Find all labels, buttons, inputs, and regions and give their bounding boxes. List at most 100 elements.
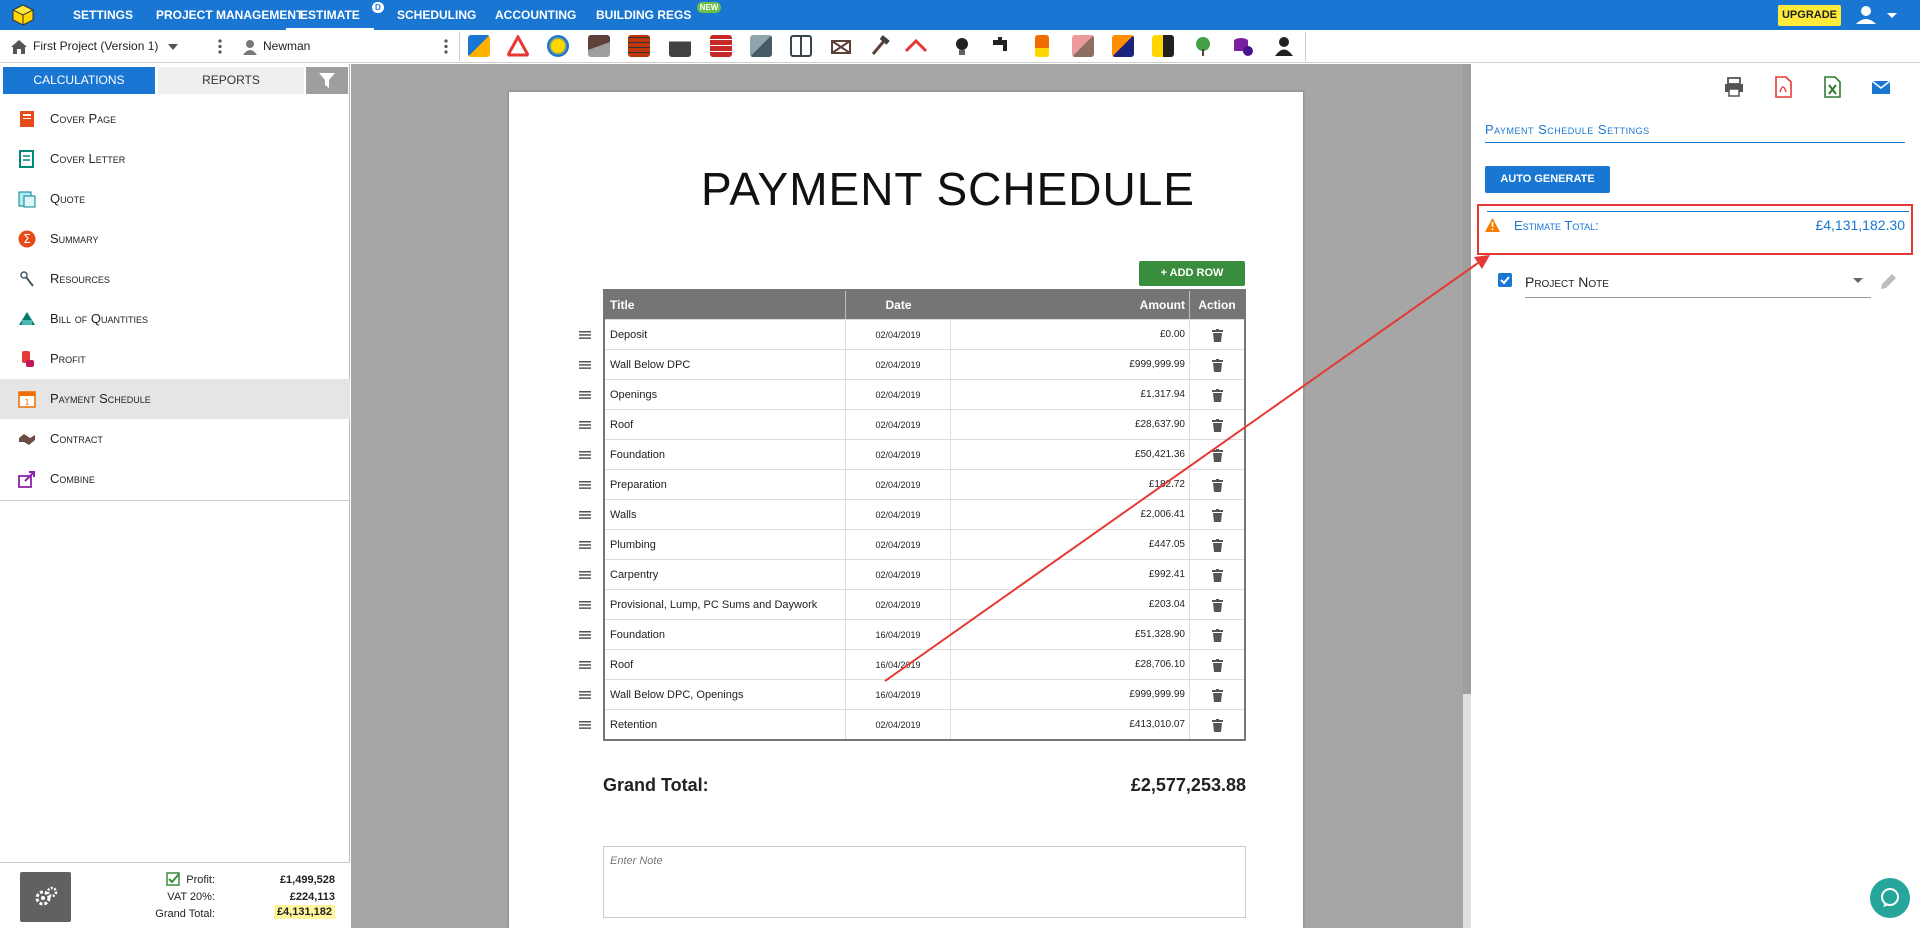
tool-roof-truss-icon[interactable] [830, 35, 852, 57]
drag-handle-icon[interactable] [579, 391, 591, 399]
tool-lightbulb-icon[interactable] [951, 35, 973, 57]
tool-coins-icon[interactable] [1232, 35, 1254, 57]
project-note-select[interactable]: Project Note [1525, 268, 1871, 298]
row-title[interactable]: Foundation [610, 620, 665, 650]
trash-icon[interactable] [1212, 359, 1223, 372]
row-title[interactable]: Openings [610, 380, 657, 410]
row-amount[interactable]: £999,999.99 [1129, 350, 1185, 380]
tool-plaster-icon[interactable] [1072, 35, 1094, 57]
row-title[interactable]: Foundation [610, 440, 665, 470]
tool-roof-icon[interactable] [905, 35, 927, 57]
row-amount[interactable]: £50,421.36 [1135, 440, 1185, 470]
row-title[interactable]: Preparation [610, 470, 667, 500]
row-title[interactable]: Walls [610, 500, 636, 530]
tab-reports[interactable]: REPORTS [158, 67, 304, 94]
tool-tree-icon[interactable] [1192, 35, 1214, 57]
project-more-icon[interactable] [218, 38, 222, 55]
upgrade-button[interactable]: UPGRADE [1778, 5, 1841, 26]
row-title[interactable]: Deposit [610, 320, 647, 350]
excel-icon[interactable] [1821, 76, 1843, 98]
tool-steel-icon[interactable] [750, 35, 772, 57]
sidebar-item-contract[interactable]: Contract [0, 419, 350, 459]
trash-icon[interactable] [1212, 389, 1223, 402]
row-amount[interactable]: £203.04 [1149, 590, 1185, 620]
row-date[interactable]: 02/04/2019 [845, 380, 951, 409]
row-date[interactable]: 02/04/2019 [845, 410, 951, 439]
row-date[interactable]: 16/04/2019 [845, 650, 951, 679]
trash-icon[interactable] [1212, 719, 1223, 732]
project-note-checkbox[interactable] [1498, 273, 1512, 287]
drag-handle-icon[interactable] [579, 631, 591, 639]
row-title[interactable]: Roof [610, 410, 633, 440]
sidebar-item-bill-of-quantities[interactable]: Bill of Quantities [0, 299, 350, 339]
trash-icon[interactable] [1212, 329, 1223, 342]
tool-tap-icon[interactable] [990, 35, 1012, 57]
add-row-button[interactable]: + ADD ROW [1139, 261, 1245, 286]
drag-handle-icon[interactable] [579, 541, 591, 549]
nav-estimate[interactable]: ESTIMATE D [286, 0, 384, 30]
drag-handle-icon[interactable] [579, 421, 591, 429]
trash-icon[interactable] [1212, 449, 1223, 462]
row-amount[interactable]: £992.41 [1149, 560, 1185, 590]
row-date[interactable]: 16/04/2019 [845, 680, 951, 709]
app-logo-icon[interactable] [12, 4, 34, 26]
row-title[interactable]: Provisional, Lump, PC Sums and Daywork [610, 590, 817, 620]
nav-scheduling[interactable]: SCHEDULING [397, 0, 476, 30]
row-amount[interactable]: £51,328.90 [1135, 620, 1185, 650]
sidebar-item-cover-page[interactable]: Cover Page [0, 99, 350, 139]
project-select[interactable]: First Project (Version 1) [6, 30, 226, 63]
sidebar-item-quote[interactable]: Quote [0, 179, 350, 219]
sidebar-item-cover-letter[interactable]: Cover Letter [0, 139, 350, 179]
trash-icon[interactable] [1212, 599, 1223, 612]
print-icon[interactable] [1723, 76, 1745, 98]
drag-handle-icon[interactable] [579, 511, 591, 519]
row-amount[interactable]: £28,706.10 [1135, 650, 1185, 680]
row-date[interactable]: 02/04/2019 [845, 350, 951, 379]
nav-accounting[interactable]: ACCOUNTING [495, 0, 576, 30]
filter-button[interactable] [306, 67, 348, 94]
drag-handle-icon[interactable] [579, 481, 591, 489]
pricebook-select[interactable]: Newman [240, 30, 440, 63]
row-date[interactable]: 02/04/2019 [845, 710, 951, 739]
row-amount[interactable]: £2,006.41 [1141, 500, 1186, 530]
sidebar-item-combine[interactable]: Combine [0, 459, 350, 499]
row-amount[interactable]: £1,317.94 [1141, 380, 1186, 410]
tool-bricks-icon[interactable] [710, 35, 732, 57]
nav-building-regs[interactable]: BUILDING REGS NEW [596, 0, 722, 30]
tool-preparation-icon[interactable] [468, 35, 490, 57]
row-date[interactable]: 02/04/2019 [845, 560, 951, 589]
tool-hammer-icon[interactable] [869, 35, 891, 57]
row-date[interactable]: 02/04/2019 [845, 440, 951, 469]
drag-handle-icon[interactable] [579, 691, 591, 699]
trash-icon[interactable] [1212, 419, 1223, 432]
drag-handle-icon[interactable] [579, 331, 591, 339]
row-amount[interactable]: £413,010.07 [1129, 710, 1185, 740]
tool-brick-building-icon[interactable] [628, 35, 650, 57]
drag-handle-icon[interactable] [579, 601, 591, 609]
chat-button[interactable] [1870, 878, 1910, 918]
row-date[interactable]: 16/04/2019 [845, 620, 951, 649]
row-title[interactable]: Wall Below DPC, Openings [610, 680, 743, 710]
viewer-scrollbar[interactable] [1463, 64, 1471, 928]
pricebook-more-icon[interactable] [444, 38, 448, 55]
pdf-icon[interactable] [1772, 76, 1794, 98]
trash-icon[interactable] [1212, 629, 1223, 642]
tool-ground-icon[interactable] [547, 35, 569, 57]
tool-stairs-icon[interactable] [588, 35, 610, 57]
row-amount[interactable]: £28,637.90 [1135, 410, 1185, 440]
edit-pencil-icon[interactable] [1878, 272, 1898, 292]
row-date[interactable]: 02/04/2019 [845, 470, 951, 499]
row-title[interactable]: Roof [610, 650, 633, 680]
user-menu-icon[interactable] [1850, 5, 1900, 25]
scrollbar-thumb[interactable] [1463, 64, 1471, 694]
row-date[interactable]: 02/04/2019 [845, 500, 951, 529]
row-title[interactable]: Carpentry [610, 560, 658, 590]
sidebar-item-payment-schedule[interactable]: 1 Payment Schedule [0, 379, 350, 419]
email-icon[interactable] [1870, 76, 1892, 98]
auto-generate-button[interactable]: AUTO GENERATE [1485, 166, 1610, 193]
trash-icon[interactable] [1212, 569, 1223, 582]
row-amount[interactable]: £182.72 [1149, 470, 1185, 500]
row-date[interactable]: 02/04/2019 [845, 590, 951, 619]
row-title[interactable]: Wall Below DPC [610, 350, 690, 380]
drag-handle-icon[interactable] [579, 721, 591, 729]
